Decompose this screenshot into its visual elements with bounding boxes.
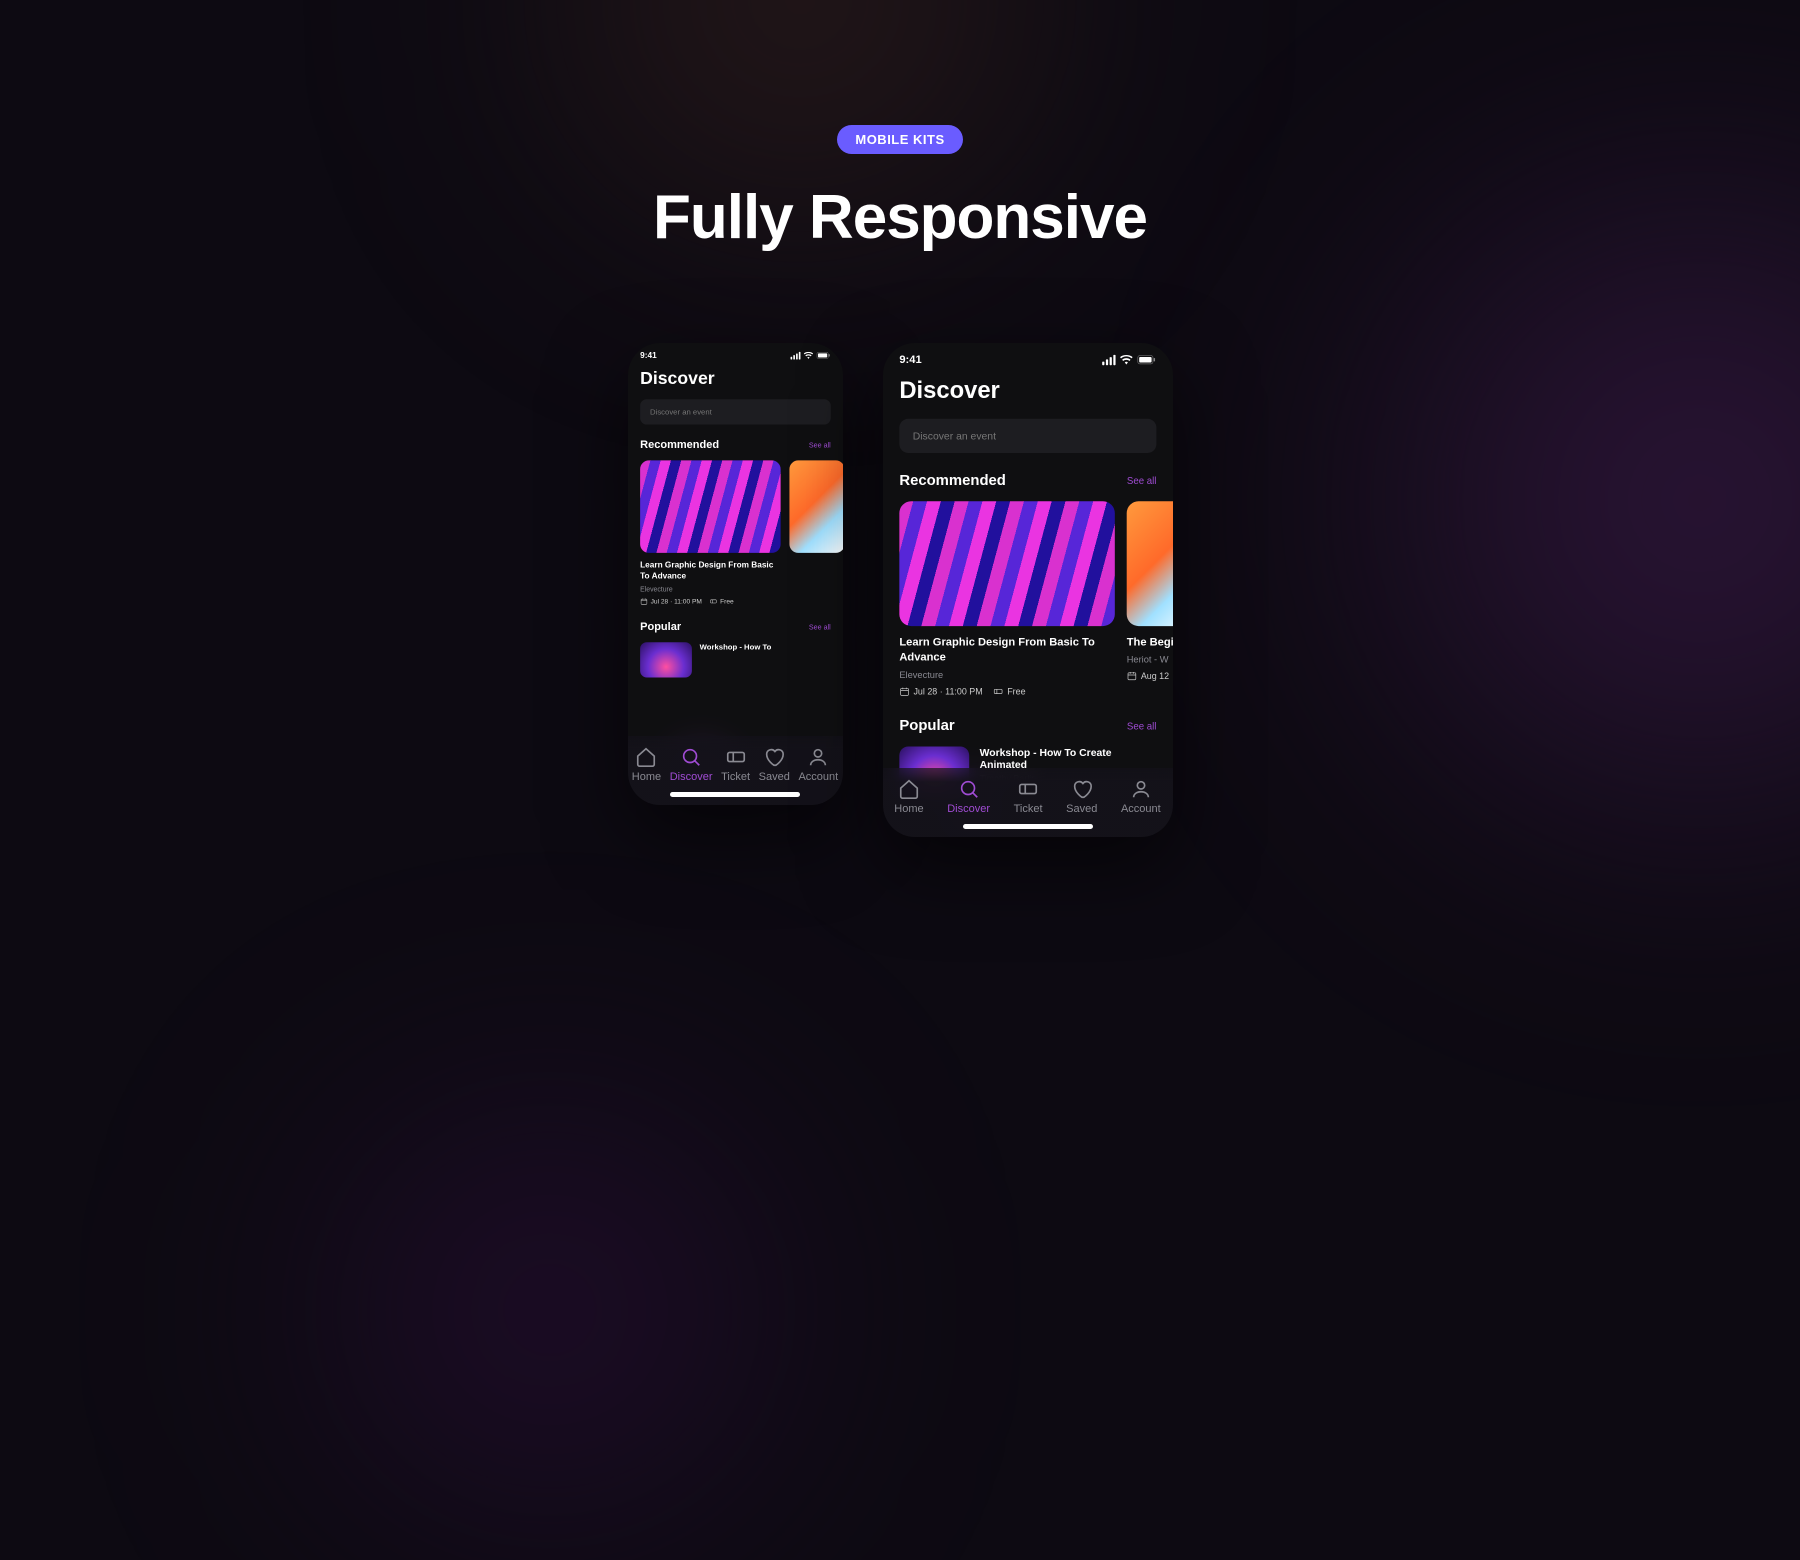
search-input[interactable]: Discover an event	[899, 419, 1156, 453]
calendar-icon	[1126, 671, 1136, 681]
battery-icon	[816, 352, 830, 359]
card-thumbnail	[789, 460, 843, 553]
status-time: 9:41	[899, 353, 921, 366]
popular-heading: Popular	[899, 717, 954, 734]
recommended-card[interactable]: Learn Graphic Design From Basic To Advan…	[899, 501, 1114, 696]
heart-icon	[763, 746, 785, 768]
page-title: Discover	[899, 376, 1156, 403]
search-input[interactable]: Discover an event	[640, 399, 831, 424]
popular-title: Workshop - How To	[699, 642, 771, 651]
battery-icon	[1137, 355, 1156, 365]
tab-saved[interactable]: Saved	[1066, 778, 1097, 815]
card-title: The Begi	[1126, 635, 1172, 650]
tab-label: Ticket	[721, 771, 750, 783]
see-all-popular[interactable]: See all	[808, 623, 830, 631]
recommended-heading: Recommended	[899, 472, 1006, 489]
ticket-icon	[725, 746, 747, 768]
card-price: Free	[1007, 686, 1025, 696]
user-icon	[1130, 778, 1152, 800]
card-date: Jul 28 · 11:00 PM	[913, 686, 982, 696]
tab-label: Discover	[947, 803, 990, 815]
card-price: Free	[720, 597, 734, 605]
card-date: Aug 12	[1140, 671, 1168, 681]
page-title: Discover	[640, 368, 831, 388]
ticket-icon	[993, 686, 1003, 696]
search-icon	[680, 746, 702, 768]
ticket-icon	[1017, 778, 1039, 800]
tab-label: Saved	[759, 771, 790, 783]
tab-account[interactable]: Account	[798, 746, 838, 783]
phone-mockup-large: 9:41 Discover Discover an event Recommen…	[883, 343, 1173, 837]
see-all-popular[interactable]: See all	[1126, 720, 1156, 731]
home-indicator	[963, 824, 1093, 829]
popular-item[interactable]: Workshop - How To	[640, 642, 831, 677]
signal-icon	[1102, 355, 1115, 365]
tab-discover[interactable]: Discover	[947, 778, 990, 815]
card-title: Learn Graphic Design From Basic To Advan…	[640, 560, 781, 582]
popular-heading: Popular	[640, 620, 681, 633]
tab-label: Saved	[1066, 803, 1097, 815]
hero-title: Fully Responsive	[0, 182, 1800, 253]
mobile-kits-pill: MOBILE KITS	[837, 125, 962, 154]
signal-icon	[790, 352, 800, 360]
recommended-list[interactable]: Learn Graphic Design From Basic To Advan…	[640, 460, 831, 605]
tab-discover[interactable]: Discover	[670, 746, 713, 783]
recommended-list[interactable]: Learn Graphic Design From Basic To Advan…	[899, 501, 1156, 696]
tab-ticket[interactable]: Ticket	[721, 746, 750, 783]
tab-label: Home	[632, 771, 661, 783]
recommended-card[interactable]: Learn Graphic Design From Basic To Advan…	[640, 460, 781, 605]
card-thumbnail	[640, 460, 781, 553]
popular-thumbnail	[640, 642, 692, 677]
tab-label: Discover	[670, 771, 713, 783]
recommended-card[interactable]	[789, 460, 843, 605]
tab-label: Ticket	[1014, 803, 1043, 815]
home-indicator	[670, 792, 800, 797]
wifi-icon	[803, 352, 812, 359]
tab-account[interactable]: Account	[1121, 778, 1161, 815]
search-icon	[958, 778, 980, 800]
tab-label: Account	[1121, 803, 1161, 815]
status-bar: 9:41	[628, 343, 843, 363]
card-thumbnail	[1126, 501, 1172, 626]
tab-label: Home	[894, 803, 923, 815]
card-author: Heriot - W	[1126, 655, 1172, 665]
tab-saved[interactable]: Saved	[759, 746, 790, 783]
card-thumbnail	[899, 501, 1114, 626]
tab-home[interactable]: Home	[632, 746, 661, 783]
status-bar: 9:41	[883, 343, 1173, 370]
see-all-recommended[interactable]: See all	[1126, 475, 1156, 486]
card-author: Elevecture	[640, 585, 781, 593]
ticket-icon	[709, 597, 717, 605]
calendar-icon	[640, 597, 648, 605]
phone-mockup-small: 9:41 Discover Discover an event Recommen…	[628, 343, 843, 805]
tab-label: Account	[798, 771, 838, 783]
home-icon	[898, 778, 920, 800]
card-date: Jul 28 · 11:00 PM	[650, 597, 701, 605]
see-all-recommended[interactable]: See all	[808, 441, 830, 449]
card-author: Elevecture	[899, 670, 1114, 680]
tab-home[interactable]: Home	[894, 778, 923, 815]
home-icon	[635, 746, 657, 768]
wifi-icon	[1120, 355, 1133, 365]
user-icon	[807, 746, 829, 768]
heart-icon	[1071, 778, 1093, 800]
status-time: 9:41	[640, 351, 657, 360]
popular-title: Workshop - How To Create Animated	[979, 746, 1156, 770]
calendar-icon	[899, 686, 909, 696]
card-title: Learn Graphic Design From Basic To Advan…	[899, 635, 1114, 665]
recommended-heading: Recommended	[640, 439, 719, 452]
recommended-card[interactable]: The Begi Heriot - W Aug 12	[1126, 501, 1172, 696]
tab-ticket[interactable]: Ticket	[1014, 778, 1043, 815]
